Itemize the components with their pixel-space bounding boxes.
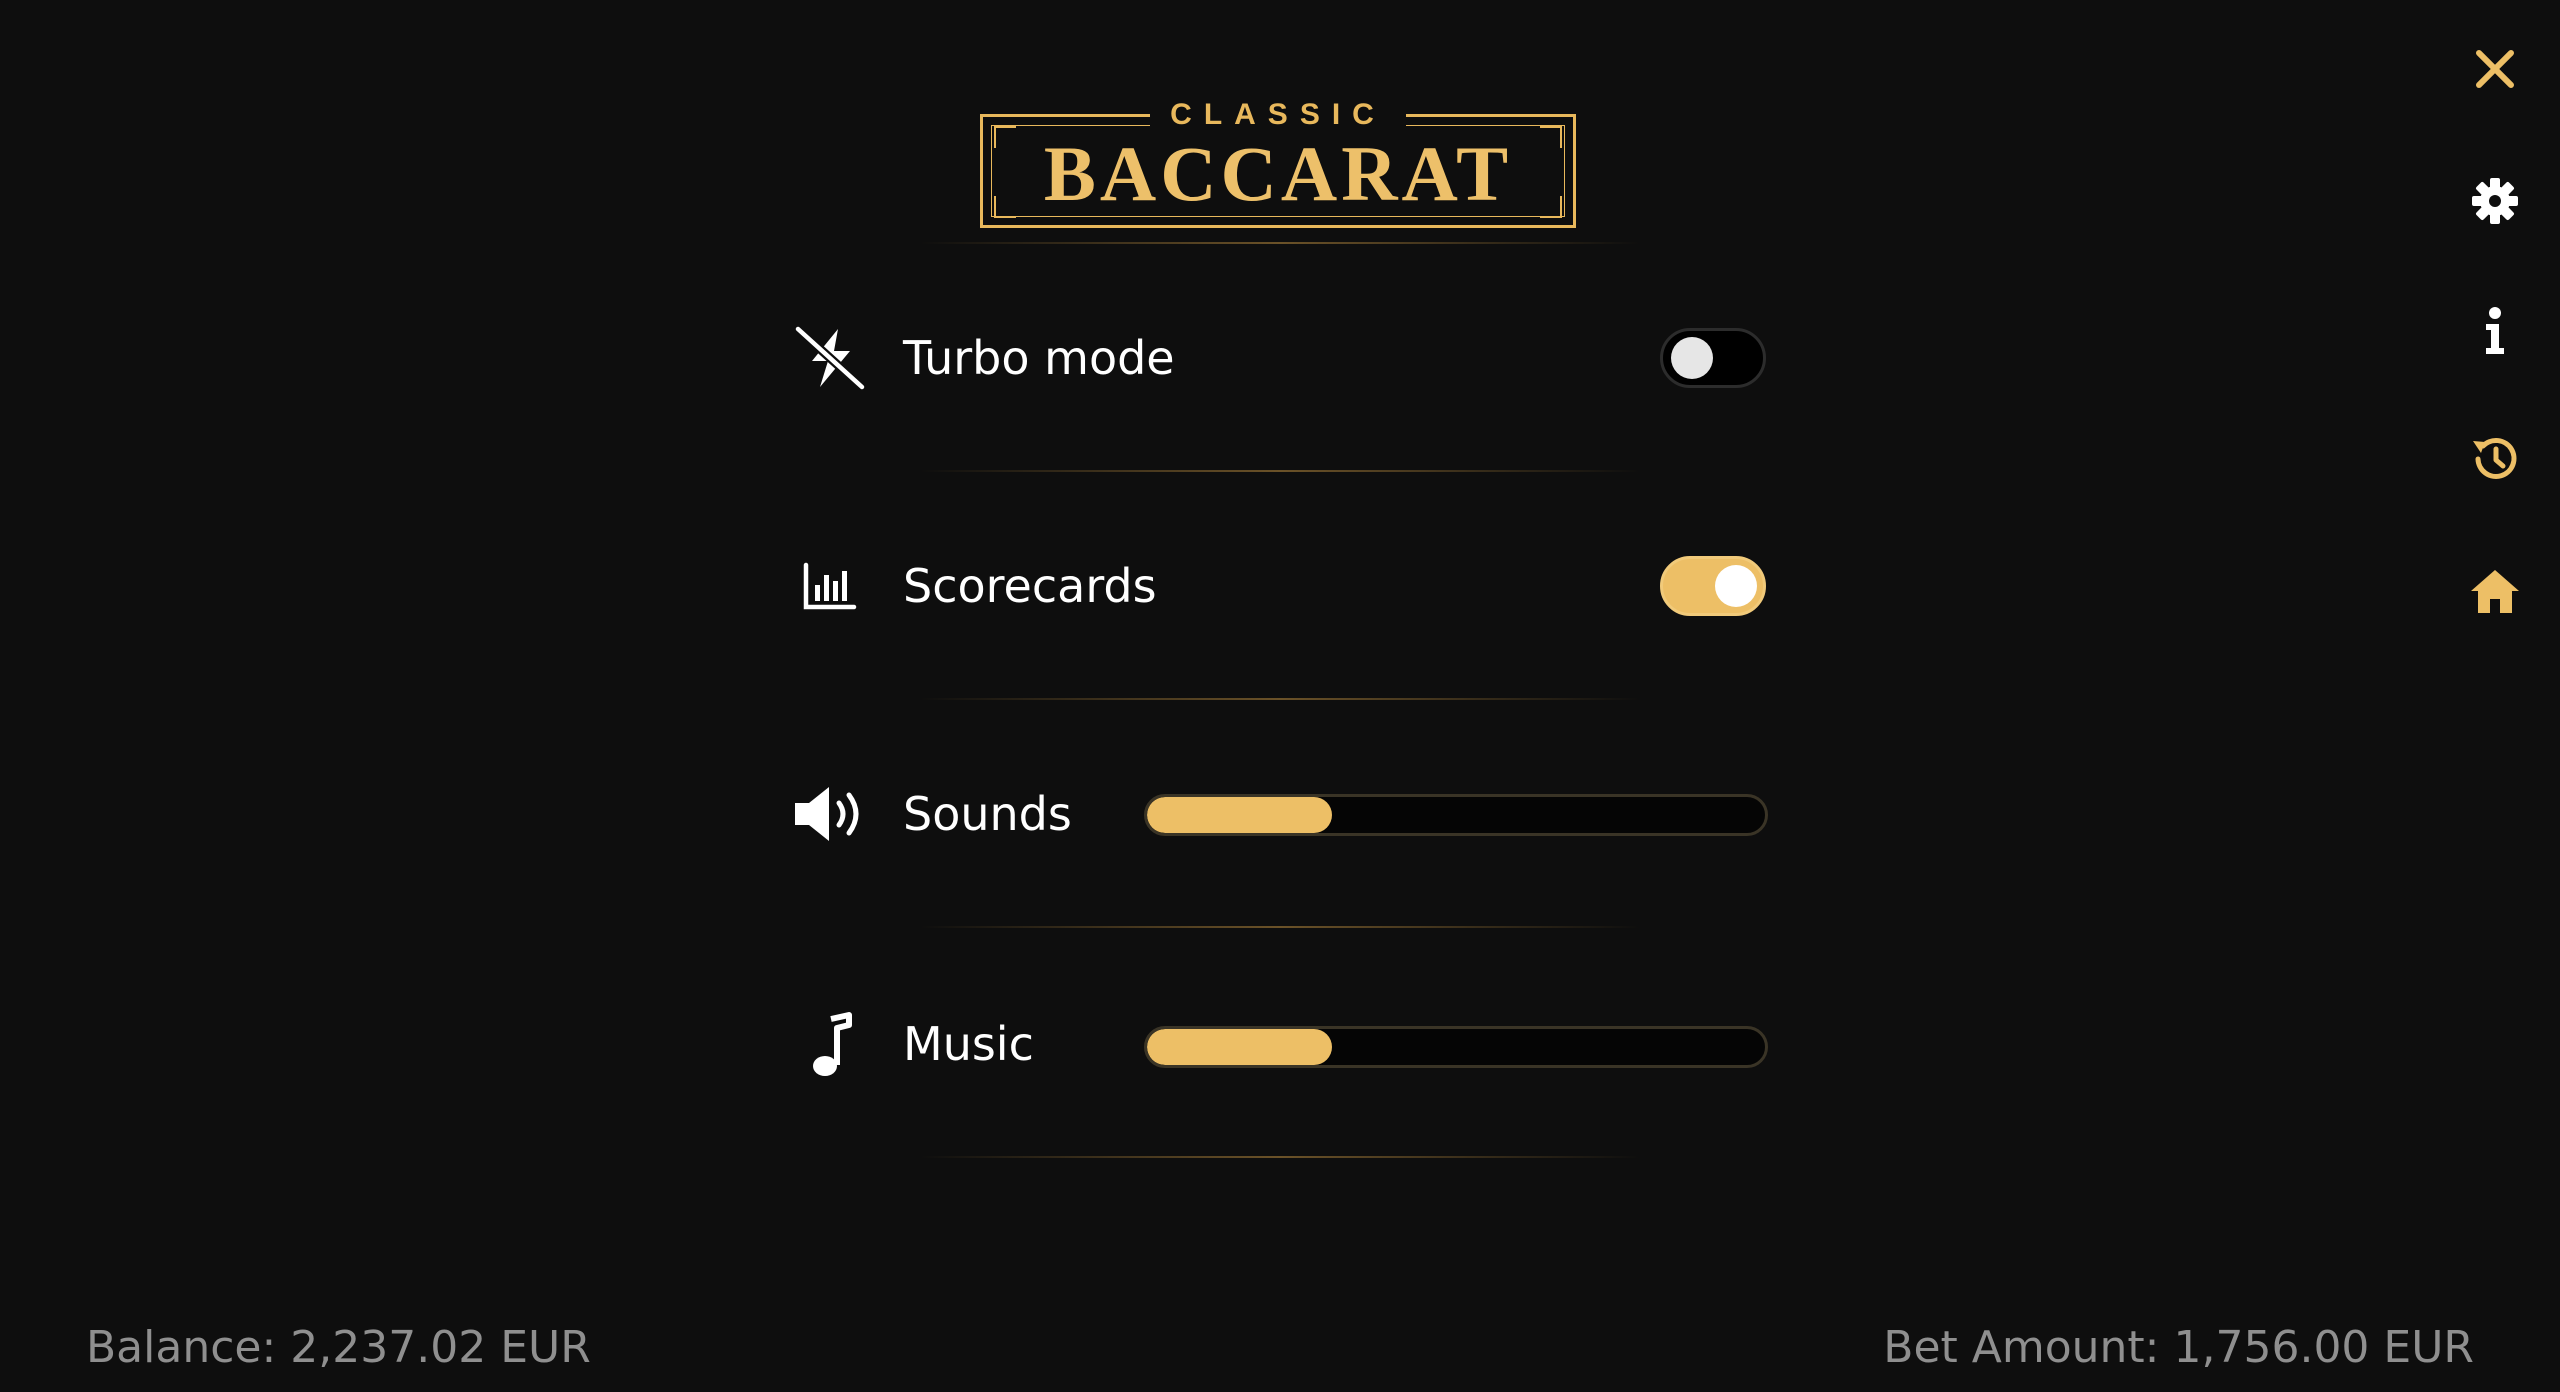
- logo-subtitle: CLASSIC: [1150, 100, 1406, 130]
- sounds-label: Sounds: [903, 787, 1072, 841]
- history-button[interactable]: [2460, 424, 2530, 494]
- settings-button[interactable]: [2460, 166, 2530, 236]
- speaker-icon: [790, 774, 870, 854]
- scorecards-toggle[interactable]: [1660, 556, 1766, 616]
- divider: [920, 1156, 1640, 1158]
- toggle-knob: [1715, 565, 1757, 607]
- game-logo: CLASSIC BACCARAT: [980, 100, 1580, 232]
- bar-chart-icon: [790, 546, 870, 626]
- info-button[interactable]: [2460, 296, 2530, 366]
- divider: [920, 698, 1640, 700]
- sounds-volume-fill: [1147, 797, 1333, 833]
- close-icon: [2476, 50, 2514, 88]
- divider: [920, 470, 1640, 472]
- music-label: Music: [903, 1017, 1034, 1071]
- bet-amount-display: Bet Amount: 1,756.00 EUR: [1883, 1322, 2474, 1373]
- scorecards-label: Scorecards: [903, 559, 1157, 613]
- music-volume-slider[interactable]: [1144, 1026, 1768, 1068]
- turbo-mode-label: Turbo mode: [903, 331, 1175, 385]
- divider: [920, 242, 1640, 244]
- music-volume-fill: [1147, 1029, 1333, 1065]
- music-note-icon: [790, 1006, 870, 1086]
- logo-title: BACCARAT: [1043, 130, 1513, 217]
- divider: [920, 926, 1640, 928]
- turbo-off-icon: [790, 318, 870, 398]
- history-icon: [2473, 437, 2517, 479]
- turbo-mode-toggle[interactable]: [1660, 328, 1766, 388]
- toggle-knob: [1671, 337, 1713, 379]
- gear-icon: [2472, 178, 2518, 224]
- home-icon: [2471, 570, 2519, 613]
- home-button[interactable]: [2460, 556, 2530, 626]
- sounds-volume-slider[interactable]: [1144, 794, 1768, 836]
- balance-display: Balance: 2,237.02 EUR: [86, 1322, 591, 1373]
- close-button[interactable]: [2460, 34, 2530, 104]
- info-icon: [2486, 307, 2504, 354]
